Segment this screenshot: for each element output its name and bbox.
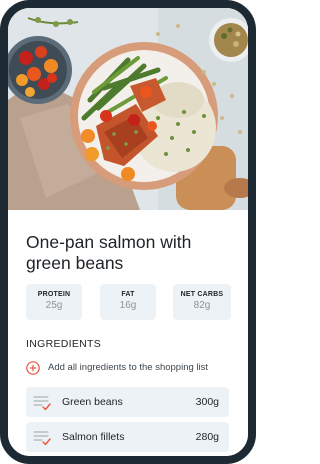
macro-value: 82g bbox=[193, 300, 211, 311]
macro-label: PROTEIN bbox=[37, 291, 71, 298]
add-all-label: Add all ingredients to the shopping list bbox=[48, 362, 209, 373]
recipe-details: One-pan salmon with green beans PROTEIN … bbox=[8, 210, 248, 456]
ingredient-row[interactable]: Salmon fillets 280g bbox=[26, 422, 229, 452]
ingredient-quantity: 300g bbox=[195, 396, 219, 408]
phone-frame: One-pan salmon with green beans PROTEIN … bbox=[0, 0, 256, 464]
shopping-list-check-icon bbox=[33, 431, 51, 446]
macro-fat: FAT 16g bbox=[100, 284, 156, 320]
shopping-list-check-icon bbox=[33, 396, 51, 411]
recipe-title: One-pan salmon with green beans bbox=[26, 232, 192, 273]
ingredient-row[interactable]: Green beans 300g bbox=[26, 387, 229, 417]
ingredient-name: Green beans bbox=[62, 396, 123, 408]
macro-label: FAT bbox=[121, 291, 135, 298]
macro-value: 16g bbox=[119, 300, 137, 311]
macros-row: PROTEIN 25g FAT 16g NET CARBS 82g bbox=[26, 284, 231, 320]
ingredient-quantity: 280g bbox=[195, 431, 219, 443]
ingredients-heading: INGREDIENTS bbox=[26, 338, 102, 350]
add-all-to-shopping-list-button[interactable]: Add all ingredients to the shopping list bbox=[26, 360, 241, 376]
macro-net-carbs: NET CARBS 82g bbox=[173, 284, 231, 320]
macro-protein: PROTEIN 25g bbox=[26, 284, 82, 320]
ingredient-name: Salmon fillets bbox=[62, 431, 125, 443]
plus-circle-icon bbox=[26, 361, 40, 375]
recipe-photo bbox=[8, 8, 248, 210]
macro-value: 25g bbox=[45, 300, 63, 311]
macro-label: NET CARBS bbox=[180, 291, 224, 298]
